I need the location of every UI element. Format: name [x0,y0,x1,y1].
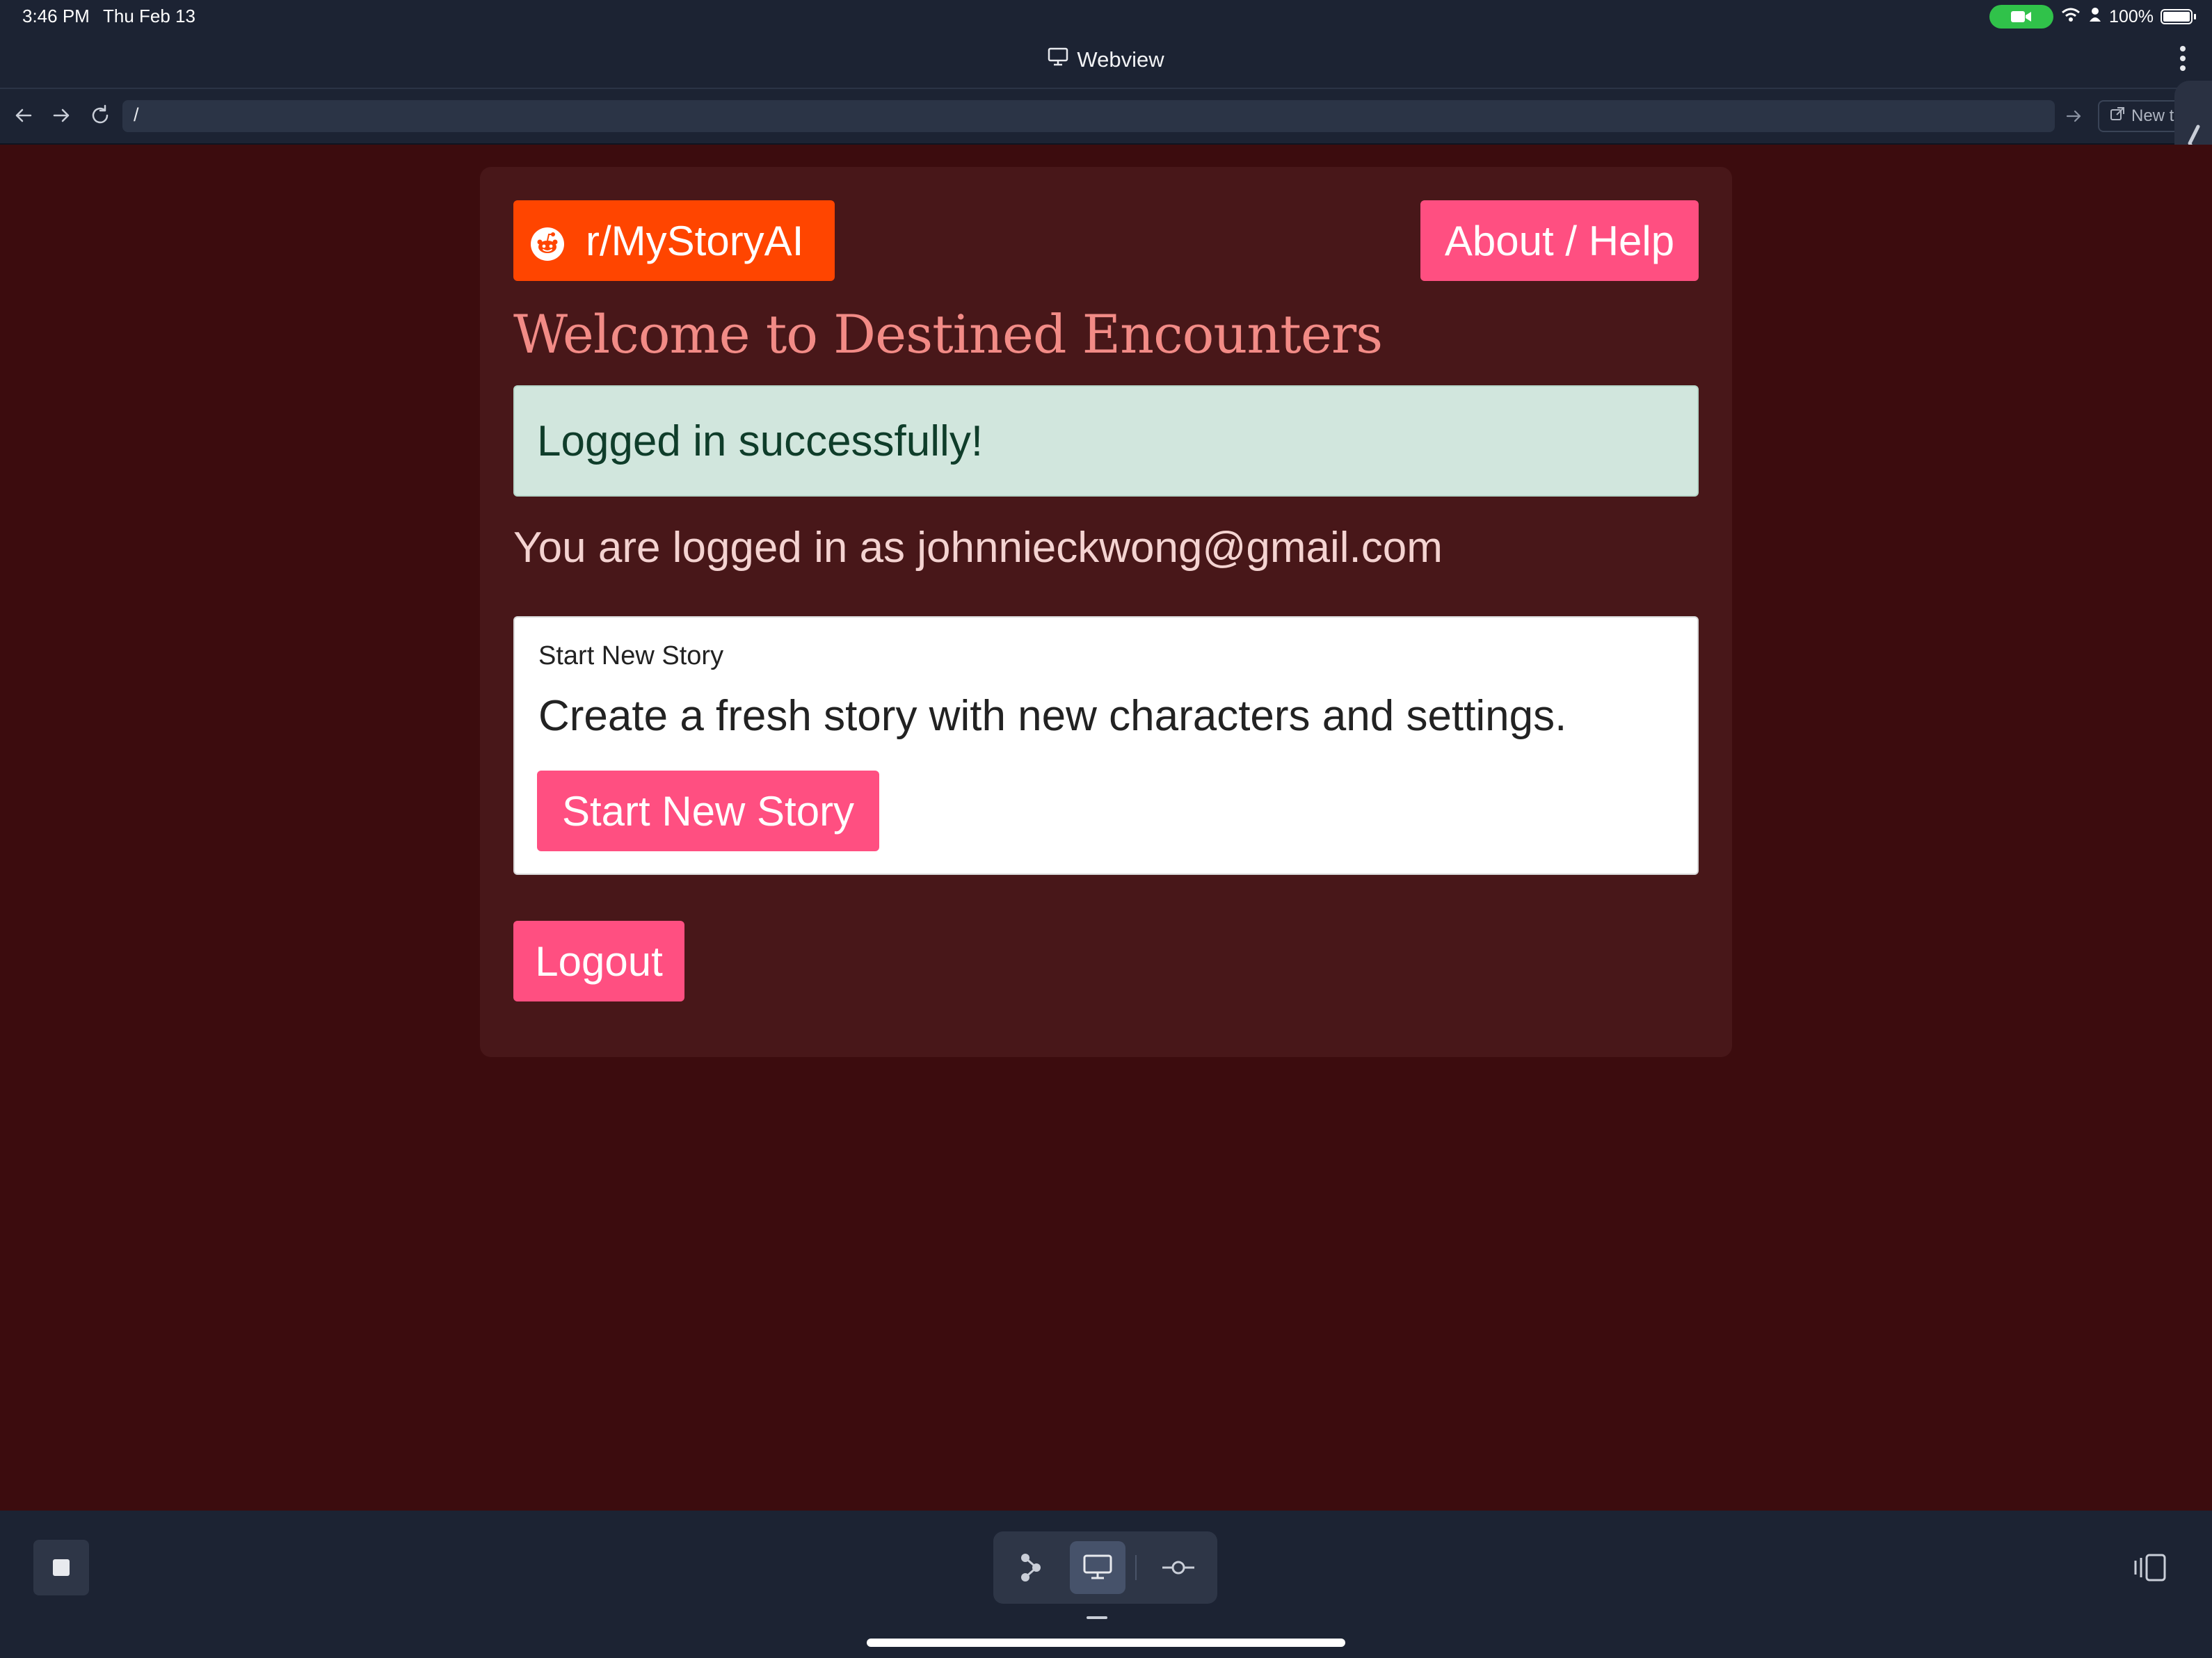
external-link-icon [2109,106,2126,127]
status-date: Thu Feb 13 [103,6,195,26]
wifi-icon [2060,6,2081,28]
start-new-story-button[interactable]: Start New Story [537,771,879,851]
segment-divider [1135,1555,1137,1580]
about-help-button[interactable]: About / Help [1420,200,1699,281]
side-panel-toggle-icon[interactable] [2133,1552,2169,1583]
story-card-description: Create a fresh story with new characters… [538,692,1567,740]
video-camera-icon [1989,5,2054,29]
main-card: r/MyStoryAI About / Help Welcome to Dest… [480,167,1732,1057]
reload-icon[interactable] [86,102,114,129]
stop-icon [53,1559,70,1576]
home-indicator[interactable] [867,1639,1345,1647]
battery-percent: 100% [2109,6,2154,26]
git-commit-icon[interactable] [1151,1541,1206,1594]
status-bar: 3:46 PM Thu Feb 13 100% [0,0,2212,33]
more-menu-icon[interactable] [2180,46,2187,75]
page-title: Webview [1077,47,1164,72]
view-switcher [993,1531,1217,1604]
story-card-title: Start New Story [538,641,724,670]
title-group: Webview [0,47,2212,72]
monitor-icon [1048,47,1068,72]
reddit-icon [530,223,565,261]
status-indicators: 100% [1989,4,2196,29]
url-input[interactable]: / [122,100,2055,132]
status-time: 3:46 PM [22,6,90,26]
back-arrow-icon[interactable] [10,102,38,129]
battery-icon [2161,9,2196,24]
start-new-story-card: Start New Story Create a fresh story wit… [513,616,1699,875]
success-alert-text: Logged in successfully! [537,417,984,465]
webview-content: r/MyStoryAI About / Help Welcome to Dest… [0,145,2212,1511]
title-bar: Webview [0,33,2212,89]
active-tab-indicator [1087,1616,1107,1619]
logout-button[interactable]: Logout [513,921,684,1001]
reddit-link-button[interactable]: r/MyStoryAI [513,200,835,281]
go-arrow-icon[interactable] [2062,104,2085,128]
webview-tab-monitor-icon[interactable] [1070,1541,1125,1594]
success-alert: Logged in successfully! [513,385,1699,497]
logged-in-as-text: You are logged in as johnnieckwong@gmail… [513,524,1443,572]
person-icon [2088,6,2102,28]
reddit-link-label: r/MyStoryAI [586,217,804,264]
agent-graph-icon[interactable] [1003,1541,1059,1594]
address-bar: / New ta [0,89,2212,145]
stop-button[interactable] [33,1540,89,1595]
forward-arrow-icon[interactable] [47,102,75,129]
page-heading: Welcome to Destined Encounters [513,303,1383,365]
bottom-toolbar [0,1511,2212,1658]
